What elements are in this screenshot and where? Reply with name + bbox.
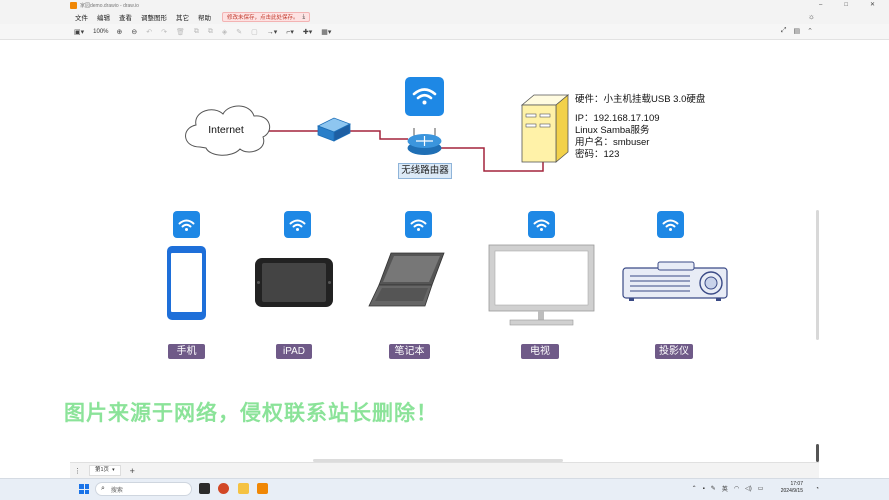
vertical-scroll-thumb[interactable]	[816, 444, 819, 462]
notification-icon[interactable]: ◔	[815, 486, 819, 492]
projector-wifi-icon	[657, 211, 684, 238]
tray-ime[interactable]: 英	[722, 484, 728, 493]
server-user-line: 用户名：smbuser	[575, 137, 650, 148]
clock-date: 2024/9/15	[780, 488, 803, 494]
chevron-down-icon: ▾	[112, 467, 115, 473]
server-password-line: 密码：123	[575, 149, 620, 160]
search-icon: ⌕	[101, 485, 105, 492]
device-wifi-icons	[173, 211, 684, 238]
phone-wifi-icon	[173, 211, 200, 238]
projector-icon[interactable]	[622, 261, 728, 301]
wifi-icon[interactable]: ◠	[734, 485, 739, 492]
page-tab-label: 第1页	[95, 467, 110, 473]
link-switch-router	[350, 130, 408, 140]
router-wifi-icon[interactable]	[405, 77, 444, 116]
page-tab-1[interactable]: 第1页 ▾	[89, 465, 121, 476]
file-explorer-icon[interactable]	[238, 483, 249, 494]
watermark-text: 图片来源于网络，侵权联系站长删除！	[64, 401, 438, 425]
server-info-text[interactable]: 硬件：小主机挂载USB 3.0硬盘 IP：192.168.17.109 Linu…	[575, 94, 705, 161]
drawio-taskbar-icon[interactable]	[257, 483, 268, 494]
network-switch-icon[interactable]	[317, 117, 351, 142]
tray-chevron-icon[interactable]: ⌃	[692, 485, 697, 492]
router-icon[interactable]	[407, 128, 442, 155]
search-placeholder: 搜索	[110, 487, 123, 494]
tray-app-icon[interactable]: ▪	[703, 486, 705, 492]
vertical-scrollbar[interactable]	[816, 210, 819, 340]
ipad-wifi-icon	[284, 211, 311, 238]
device-label-ipad[interactable]: iPAD	[276, 344, 312, 359]
server-hardware-line: 硬件：小主机挂载USB 3.0硬盘	[575, 94, 706, 105]
laptop-icon[interactable]	[368, 252, 445, 307]
ipad-icon[interactable]	[255, 258, 333, 307]
clock-time: 17:07	[790, 481, 803, 487]
battery-icon[interactable]: ▭	[758, 485, 764, 492]
server-icon[interactable]	[520, 94, 570, 163]
server-ip-line: IP：192.168.17.109	[575, 113, 660, 124]
volume-icon[interactable]: ◁)	[745, 485, 752, 492]
device-label-laptop[interactable]: 笔记本	[389, 344, 430, 359]
tv-wifi-icon	[528, 211, 555, 238]
device-label-tv[interactable]: 电视	[521, 344, 559, 359]
powerpoint-icon[interactable]	[218, 483, 229, 494]
tray-pen-icon[interactable]: ✎	[711, 485, 716, 492]
phone-icon[interactable]	[167, 246, 206, 320]
internet-label: Internet	[208, 124, 244, 136]
taskbar-clock[interactable]: 17:07 2024/9/15	[781, 481, 803, 495]
taskbar-app-1-icon[interactable]	[199, 483, 210, 494]
page-tabs-bar: ⋮ 第1页 ▾ +	[70, 462, 819, 478]
router-label[interactable]: 无线路由器	[398, 163, 452, 179]
windows-start-icon[interactable]	[79, 484, 89, 494]
laptop-wifi-icon	[405, 211, 432, 238]
tv-icon[interactable]	[488, 244, 595, 326]
pages-menu-icon[interactable]: ⋮	[74, 467, 81, 475]
add-page-button[interactable]: +	[130, 466, 135, 476]
device-label-phone[interactable]: 手机	[168, 344, 205, 359]
server-service-line: Linux Samba服务	[575, 125, 650, 136]
device-label-projector[interactable]: 投影仪	[655, 344, 693, 359]
taskbar-search-input[interactable]: ⌕ 搜索	[95, 482, 192, 496]
